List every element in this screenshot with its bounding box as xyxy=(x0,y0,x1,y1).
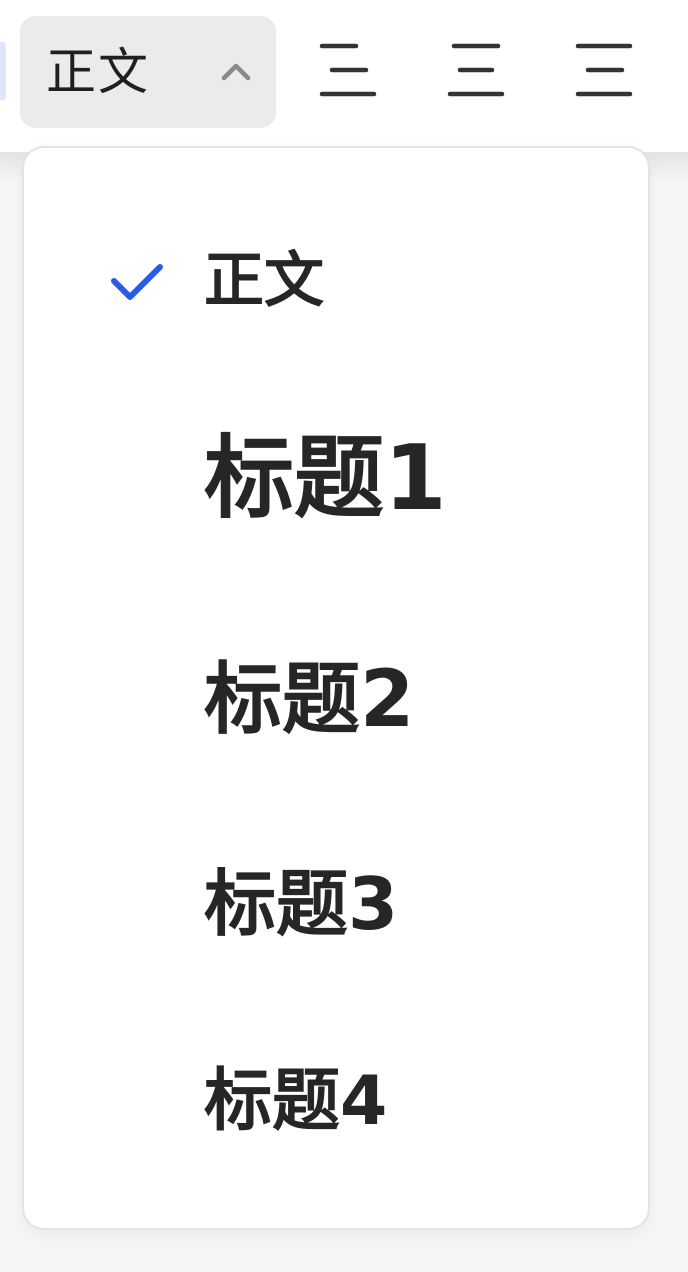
paragraph-style-current: 正文 xyxy=(46,43,150,101)
align-right-button[interactable] xyxy=(572,36,636,104)
align-center-icon xyxy=(447,43,505,97)
menu-item-label: 标题1 xyxy=(204,426,447,531)
checkmark-icon xyxy=(111,264,163,300)
menu-item-heading-3[interactable]: 标题3 xyxy=(24,858,648,950)
align-left-button[interactable] xyxy=(316,36,380,104)
menu-item-heading-4[interactable]: 标题4 xyxy=(24,1058,648,1146)
menu-item-body-text[interactable]: 正文 xyxy=(24,238,648,324)
menu-item-label: 正文 xyxy=(204,246,324,316)
menu-item-label: 标题4 xyxy=(204,1062,388,1141)
chevron-up-icon xyxy=(221,63,251,81)
menu-item-label: 标题3 xyxy=(204,862,399,946)
menu-item-heading-2[interactable]: 标题2 xyxy=(24,650,648,750)
align-center-button[interactable] xyxy=(444,36,508,104)
toolbar: 正文 xyxy=(0,0,688,153)
menu-item-label: 标题2 xyxy=(204,655,415,745)
toolbar-edge-button[interactable] xyxy=(0,42,6,100)
paragraph-style-menu: 正文 标题1 标题2 标题3 标题4 xyxy=(22,146,650,1230)
paragraph-style-select[interactable]: 正文 xyxy=(20,16,276,128)
align-right-icon xyxy=(575,43,633,97)
menu-item-heading-1[interactable]: 标题1 xyxy=(24,424,648,534)
align-left-icon xyxy=(319,43,377,97)
